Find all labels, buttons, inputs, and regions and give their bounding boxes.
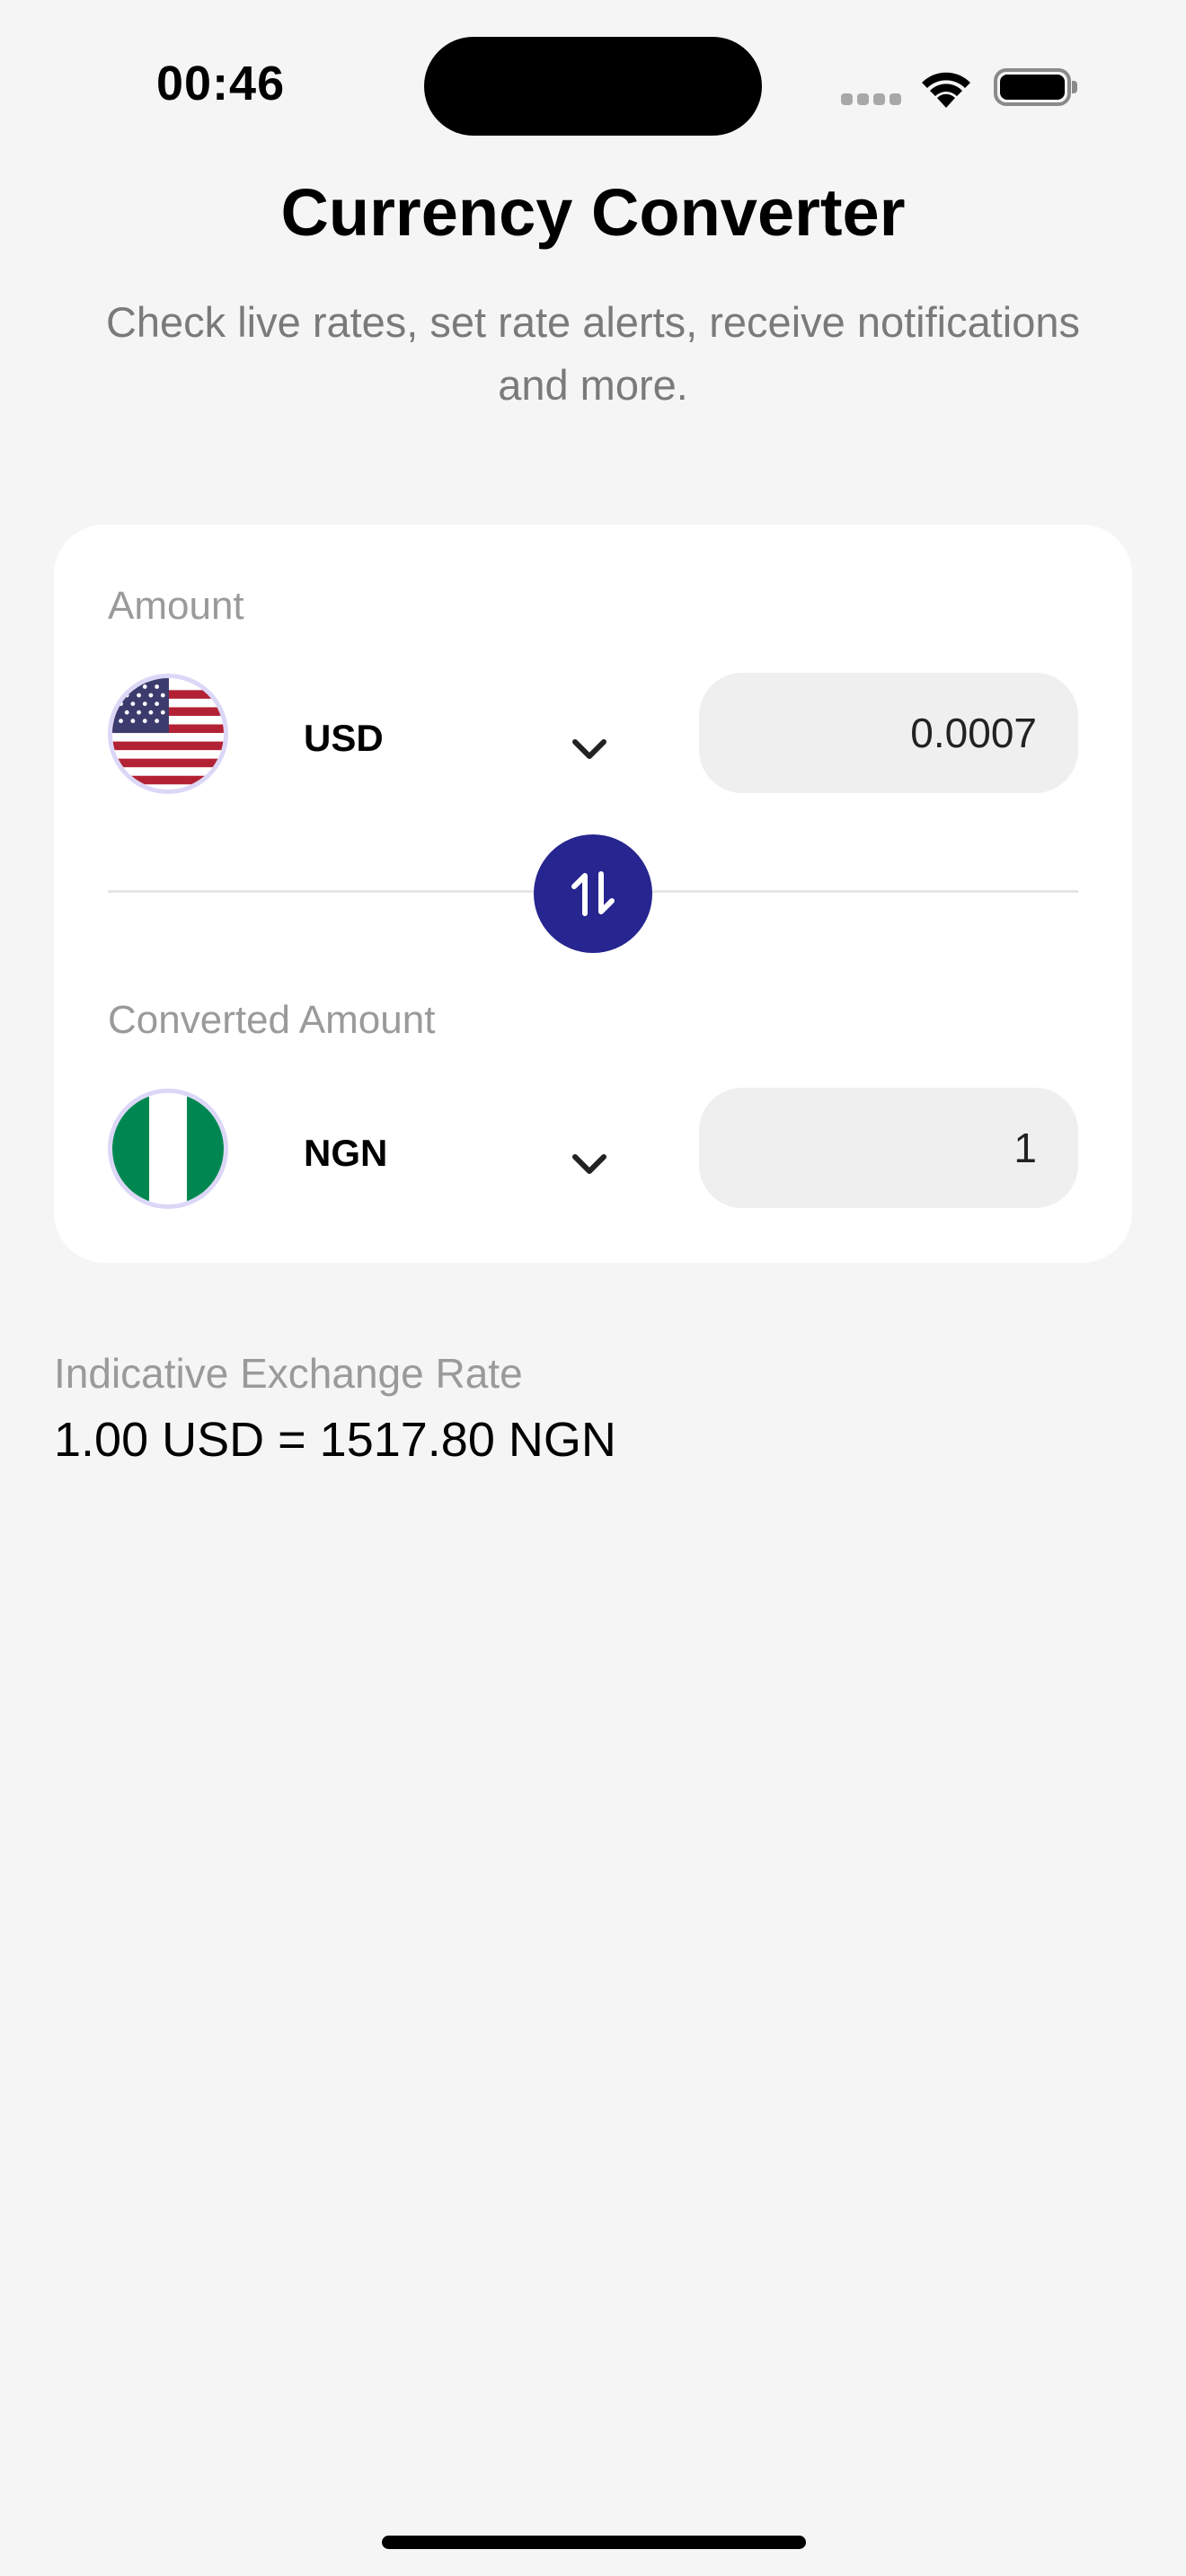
from-currency-chevron-down-icon[interactable] bbox=[571, 738, 607, 762]
home-indicator[interactable] bbox=[382, 2536, 806, 2549]
from-currency-code[interactable]: USD bbox=[304, 717, 384, 760]
converted-amount-input[interactable]: 1 bbox=[699, 1088, 1078, 1208]
wifi-icon bbox=[922, 72, 970, 108]
exchange-rate-label: Indicative Exchange Rate bbox=[54, 1350, 523, 1397]
to-currency-chevron-down-icon[interactable] bbox=[571, 1153, 607, 1177]
currency-converter-screen: 00:46 Currency Converter Check live rate… bbox=[0, 0, 1186, 2576]
converted-amount-label: Converted Amount bbox=[108, 998, 436, 1042]
swap-arrows-icon bbox=[571, 871, 615, 916]
status-time: 00:46 bbox=[156, 57, 286, 110]
nigeria-flag-icon[interactable] bbox=[108, 1089, 228, 1209]
to-currency-code[interactable]: NGN bbox=[304, 1132, 387, 1175]
swap-currencies-button[interactable] bbox=[534, 834, 652, 953]
exchange-rate-value: 1.00 USD = 1517.80 NGN bbox=[54, 1413, 616, 1467]
page-title: Currency Converter bbox=[280, 175, 906, 250]
amount-label: Amount bbox=[108, 584, 244, 628]
battery-icon bbox=[994, 68, 1077, 106]
dynamic-island bbox=[424, 37, 762, 136]
amount-input[interactable]: 0.0007 bbox=[699, 673, 1078, 793]
page-subtitle: Check live rates, set rate alerts, recei… bbox=[105, 298, 1081, 409]
us-flag-icon[interactable] bbox=[108, 674, 228, 794]
cellular-signal-icon bbox=[841, 93, 902, 106]
